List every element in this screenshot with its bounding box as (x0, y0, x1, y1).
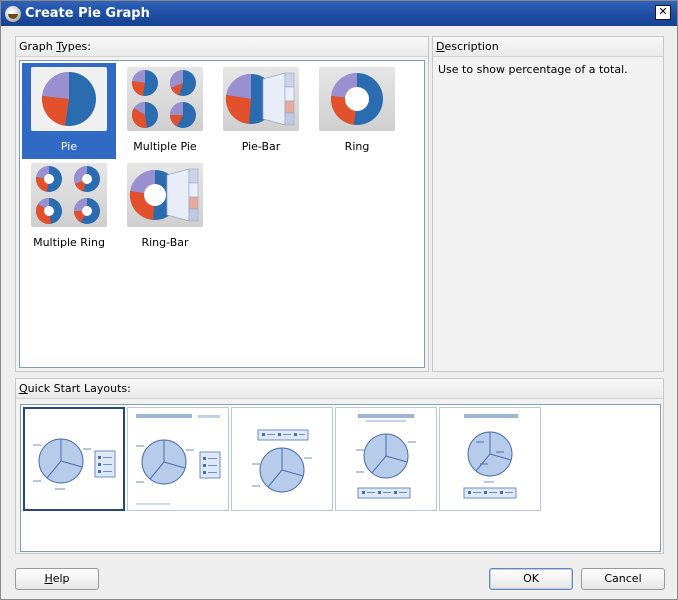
title-bar: Create Pie Graph ✕ (1, 1, 677, 26)
cancel-button[interactable]: Cancel (581, 568, 665, 590)
close-icon: ✕ (658, 5, 668, 18)
quick-start-layouts-panel: Quick Start Layouts: (15, 378, 664, 554)
layout-option-1[interactable] (23, 407, 125, 511)
layout-title-legend-bottom-small-icon (463, 414, 518, 499)
close-button[interactable]: ✕ (655, 5, 671, 20)
layout-option-5[interactable] (439, 407, 541, 511)
graph-type-ring-bar[interactable]: Ring-Bar (118, 159, 212, 255)
pie-bar-icon (223, 67, 299, 131)
layout-legend-top-icon (252, 429, 312, 493)
create-pie-graph-dialog: Create Pie Graph ✕ Graph Types: Pie Mult… (0, 0, 678, 600)
layout-option-2[interactable] (127, 407, 229, 511)
multiple-pie-icon (127, 67, 203, 131)
graph-type-label: Ring (344, 140, 370, 153)
graph-type-ring[interactable]: Ring (310, 63, 404, 159)
quick-start-header: Quick Start Layouts: (16, 379, 663, 399)
graph-types-header: Graph Types: (16, 37, 428, 57)
description-text: Use to show percentage of a total. (438, 63, 628, 76)
pie-icon (31, 67, 107, 131)
graph-type-multiple-pie[interactable]: Multiple Pie (118, 63, 212, 159)
description-panel: Description Use to show percentage of a … (432, 36, 664, 372)
app-icon (5, 5, 21, 22)
graph-type-label: Multiple Ring (33, 236, 105, 249)
graph-types-panel: Graph Types: Pie Multiple Pie Pie-Bar Ri… (15, 36, 429, 372)
graph-type-pie[interactable]: Pie (22, 63, 116, 159)
graph-type-label: Pie-Bar (241, 140, 281, 153)
graph-type-label: Multiple Pie (133, 140, 197, 153)
layout-legend-right-icon (33, 438, 116, 490)
window-title: Create Pie Graph (25, 6, 150, 21)
quick-start-layouts-list[interactable] (20, 404, 661, 552)
multiple-ring-icon (31, 163, 107, 227)
layout-title-legend-right-icon (136, 414, 221, 505)
graph-types-list[interactable]: Pie Multiple Pie Pie-Bar Ring Multiple R… (19, 60, 425, 368)
ring-icon (319, 67, 395, 131)
description-header: Description (433, 37, 663, 57)
graph-type-label: Pie (60, 140, 78, 153)
layout-option-3[interactable] (231, 407, 333, 511)
ok-button[interactable]: OK (489, 568, 573, 590)
graph-type-pie-bar[interactable]: Pie-Bar (214, 63, 308, 159)
help-button[interactable]: Help (15, 568, 99, 590)
ring-bar-icon (127, 163, 203, 227)
layout-option-4[interactable] (335, 407, 437, 511)
graph-type-label: Ring-Bar (141, 236, 189, 249)
graph-type-multiple-ring[interactable]: Multiple Ring (22, 159, 116, 255)
layout-title-legend-bottom-icon (356, 414, 416, 499)
